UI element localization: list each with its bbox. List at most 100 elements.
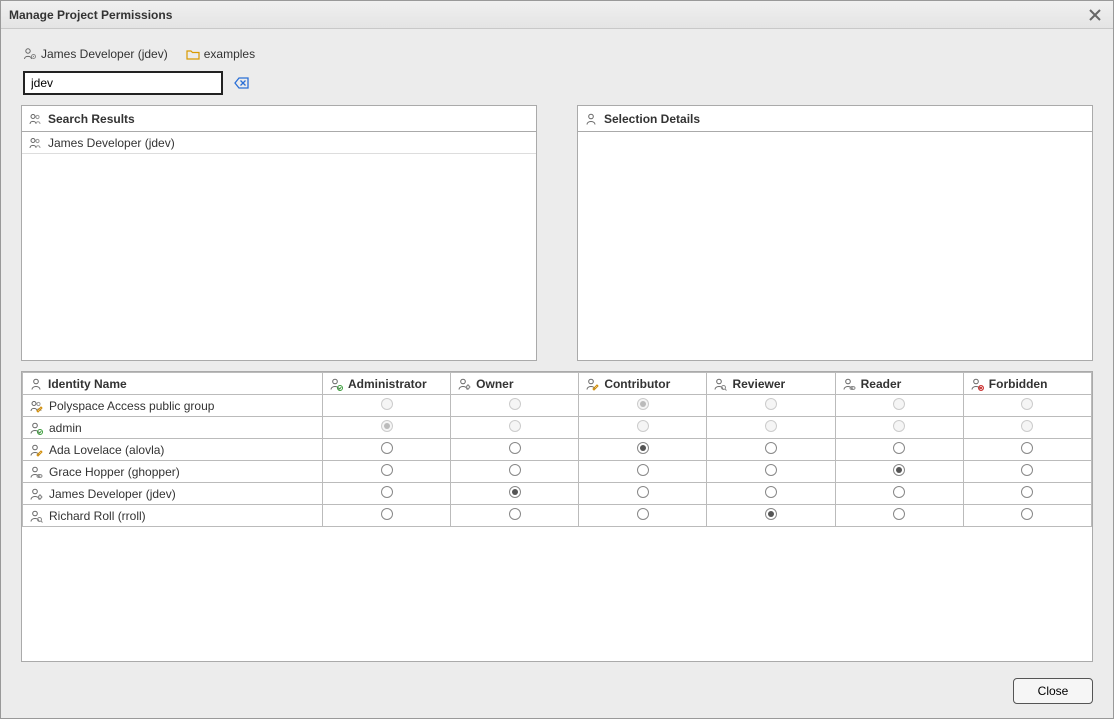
search-input[interactable] [23, 71, 223, 95]
user-icon [29, 509, 43, 523]
role-radio-contributor[interactable] [637, 486, 649, 498]
user-icon [29, 377, 43, 391]
search-results-body: James Developer (jdev) [22, 132, 536, 360]
panels: Search Results James Developer (jdev) Se… [21, 105, 1093, 361]
role-administrator-icon [329, 377, 343, 391]
role-cell-reviewer [707, 483, 835, 505]
search-results-title: Search Results [48, 112, 135, 126]
role-cell-administrator [323, 505, 451, 527]
role-radio-owner[interactable] [509, 442, 521, 454]
role-cell-administrator [323, 417, 451, 439]
role-cell-reader [835, 417, 963, 439]
identity-cell: Ada Lovelace (alovla) [23, 439, 323, 461]
titlebar: Manage Project Permissions [1, 1, 1113, 29]
breadcrumb-folder-label: examples [204, 47, 255, 61]
user-gear-icon [23, 47, 37, 61]
role-radio-reviewer [765, 398, 777, 410]
selection-details-title: Selection Details [604, 112, 700, 126]
role-radio-contributor[interactable] [637, 508, 649, 520]
role-cell-reader [835, 461, 963, 483]
identity-name: James Developer (jdev) [49, 487, 176, 501]
role-radio-administrator[interactable] [381, 508, 393, 520]
role-cell-contributor [579, 461, 707, 483]
role-radio-reader [893, 398, 905, 410]
role-radio-reader[interactable] [893, 508, 905, 520]
user-icon [29, 443, 43, 457]
role-cell-forbidden [963, 483, 1091, 505]
identity-cell: Grace Hopper (ghopper) [23, 461, 323, 483]
dialog: Manage Project Permissions James Develop… [0, 0, 1114, 719]
role-radio-owner[interactable] [509, 486, 521, 498]
role-radio-administrator [381, 398, 393, 410]
identity-cell: James Developer (jdev) [23, 483, 323, 505]
col-forbidden-label: Forbidden [989, 377, 1048, 391]
users-icon [28, 112, 42, 126]
permissions-table-wrap: Identity NameAdministratorOwnerContribut… [21, 371, 1093, 662]
role-radio-administrator[interactable] [381, 486, 393, 498]
role-radio-reviewer[interactable] [765, 486, 777, 498]
role-radio-owner [509, 420, 521, 432]
identity-name: Ada Lovelace (alovla) [49, 443, 164, 457]
role-owner-icon [457, 377, 471, 391]
role-cell-reviewer [707, 439, 835, 461]
users-icon [29, 399, 43, 413]
role-radio-reader[interactable] [893, 442, 905, 454]
col-identity-name: Identity Name [23, 373, 323, 395]
col-owner-label: Owner [476, 377, 513, 391]
role-cell-administrator [323, 395, 451, 417]
user-icon [584, 112, 598, 126]
role-radio-reader[interactable] [893, 464, 905, 476]
role-cell-reader [835, 395, 963, 417]
role-radio-reviewer[interactable] [765, 442, 777, 454]
role-radio-owner[interactable] [509, 508, 521, 520]
role-radio-reviewer[interactable] [765, 508, 777, 520]
identity-cell: Polyspace Access public group [23, 395, 323, 417]
role-cell-owner [451, 505, 579, 527]
identity-name: Polyspace Access public group [49, 399, 214, 413]
user-icon [29, 487, 43, 501]
clear-search-button[interactable] [233, 74, 251, 92]
role-cell-reviewer [707, 417, 835, 439]
role-reader-icon [842, 377, 856, 391]
role-radio-owner [509, 398, 521, 410]
role-radio-reader[interactable] [893, 486, 905, 498]
search-results-header: Search Results [22, 106, 536, 132]
role-cell-reader [835, 505, 963, 527]
search-results-panel: Search Results James Developer (jdev) [21, 105, 537, 361]
role-cell-administrator [323, 461, 451, 483]
role-radio-administrator[interactable] [381, 442, 393, 454]
role-reviewer-icon [713, 377, 727, 391]
close-button[interactable]: Close [1013, 678, 1093, 704]
role-radio-contributor[interactable] [637, 442, 649, 454]
role-radio-forbidden[interactable] [1021, 486, 1033, 498]
role-cell-owner [451, 395, 579, 417]
user-icon [29, 421, 43, 435]
role-radio-forbidden[interactable] [1021, 464, 1033, 476]
breadcrumb: James Developer (jdev) examples [21, 47, 1093, 61]
role-cell-contributor [579, 483, 707, 505]
table-row: James Developer (jdev) [23, 483, 1092, 505]
role-radio-administrator[interactable] [381, 464, 393, 476]
col-reviewer-label: Reviewer [732, 377, 785, 391]
selection-details-header: Selection Details [578, 106, 1092, 132]
col-owner: Owner [451, 373, 579, 395]
role-radio-reviewer[interactable] [765, 464, 777, 476]
role-cell-owner [451, 483, 579, 505]
role-radio-contributor [637, 398, 649, 410]
footer: Close [21, 672, 1093, 704]
table-row: admin [23, 417, 1092, 439]
identity-cell: Richard Roll (rroll) [23, 505, 323, 527]
close-icon[interactable] [1085, 5, 1105, 25]
role-cell-forbidden [963, 461, 1091, 483]
role-radio-forbidden[interactable] [1021, 442, 1033, 454]
role-radio-contributor[interactable] [637, 464, 649, 476]
role-cell-forbidden [963, 417, 1091, 439]
role-radio-reviewer [765, 420, 777, 432]
role-radio-owner[interactable] [509, 464, 521, 476]
col-contributor-label: Contributor [604, 377, 670, 391]
table-row: Polyspace Access public group [23, 395, 1092, 417]
col-reader: Reader [835, 373, 963, 395]
search-result-row[interactable]: James Developer (jdev) [22, 132, 536, 154]
role-radio-forbidden[interactable] [1021, 508, 1033, 520]
identity-name: Grace Hopper (ghopper) [49, 465, 180, 479]
